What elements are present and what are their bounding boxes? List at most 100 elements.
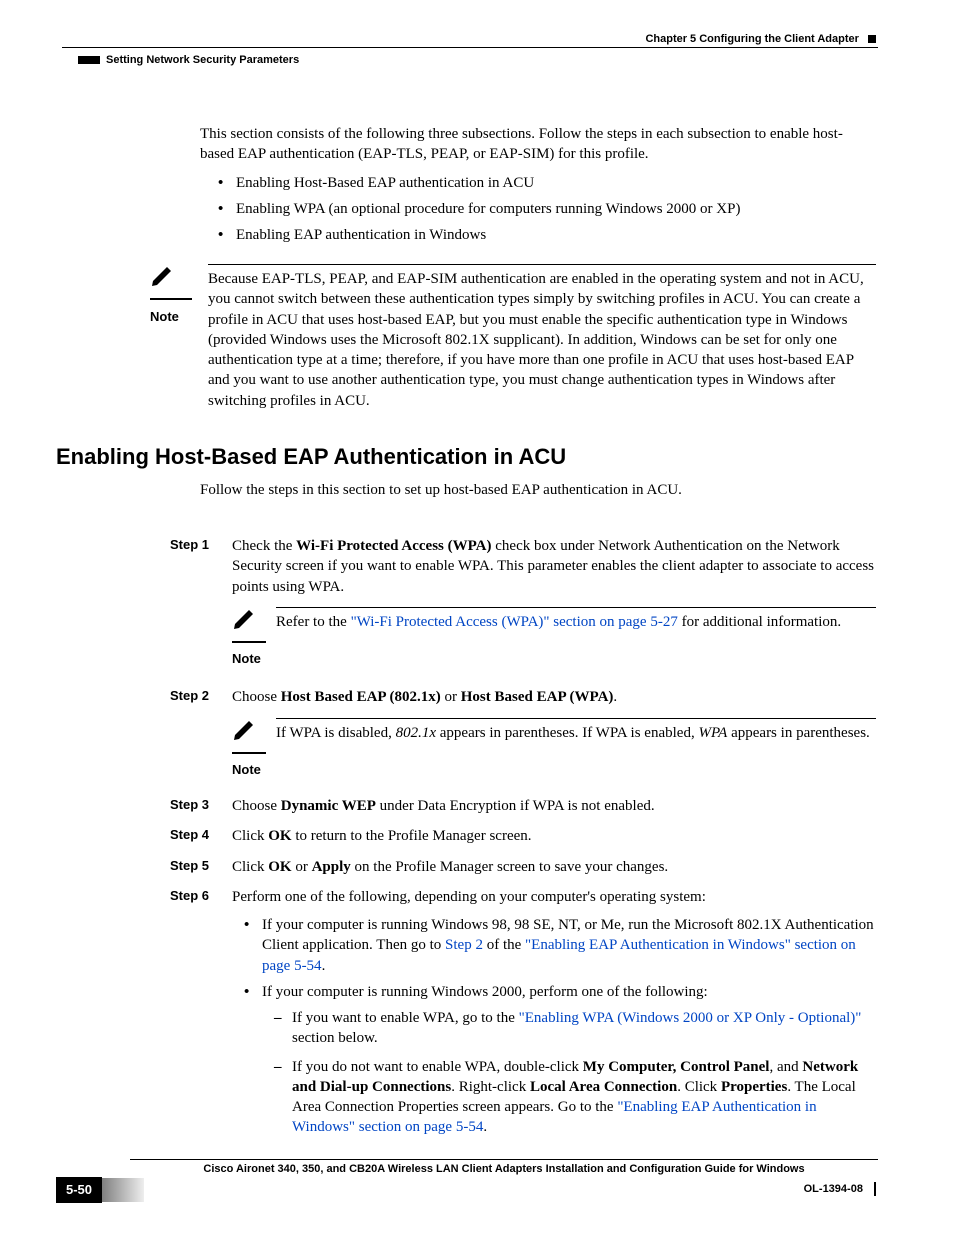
pencil-icon — [150, 264, 176, 286]
xref-link[interactable]: "Wi-Fi Protected Access (WPA)" section o… — [351, 614, 678, 630]
header-startcap-icon — [78, 56, 100, 64]
text: Perform one of the following, depending … — [232, 889, 706, 905]
note-block: Note Because EAP-TLS, PEAP, and EAP-SIM … — [150, 250, 876, 411]
text: If you do not want to enable WPA, double… — [292, 1059, 583, 1075]
bold-text: My Computer, Control Panel — [583, 1059, 770, 1075]
step-2-note: Note If WPA is disabled, 802.1x appears … — [232, 718, 876, 781]
bold-text: OK — [268, 828, 291, 844]
step-body: Click OK or Apply on the Profile Manager… — [232, 857, 876, 877]
step-label: Step 3 — [170, 796, 232, 814]
step-label: Step 5 — [170, 857, 232, 875]
bold-text: Host Based EAP (WPA) — [461, 689, 614, 705]
step-6-dash-1: If you want to enable WPA, go to the "En… — [292, 1008, 876, 1049]
text: If your computer is running Windows 2000… — [262, 984, 708, 1000]
step-5: Step 5 Click OK or Apply on the Profile … — [200, 857, 876, 877]
section-intro: Follow the steps in this section to set … — [200, 480, 876, 506]
footer-page-box: 5-50 — [56, 1177, 144, 1203]
section-heading: Enabling Host-Based EAP Authentication i… — [56, 442, 566, 472]
text: . — [613, 689, 617, 705]
note-label: Note — [150, 308, 179, 326]
text: If you want to enable WPA, go to the — [292, 1010, 519, 1026]
step-body: Choose Host Based EAP (802.1x) or Host B… — [232, 687, 876, 780]
text: Refer to the — [276, 614, 351, 630]
intro-bullets: Enabling Host-Based EAP authentication i… — [200, 173, 876, 246]
text: or — [292, 859, 312, 875]
text: . — [322, 958, 326, 974]
text: appears in parentheses. If WPA is enable… — [436, 725, 698, 741]
step-6: Step 6 Perform one of the following, dep… — [200, 887, 876, 1148]
step-body: Choose Dynamic WEP under Data Encryption… — [232, 796, 876, 816]
text: under Data Encryption if WPA is not enab… — [376, 798, 655, 814]
text: , and — [769, 1059, 802, 1075]
text: on the Profile Manager screen to save yo… — [351, 859, 668, 875]
xref-link[interactable]: Step 2 — [445, 937, 483, 953]
footer-page-number: 5-50 — [56, 1177, 102, 1203]
step-6-dash-list: If you want to enable WPA, go to the "En… — [262, 1008, 876, 1138]
header-chapter-text: Chapter 5 Configuring the Client Adapter — [645, 33, 859, 45]
pencil-icon — [232, 607, 258, 629]
note-icon-col: Note — [232, 607, 266, 670]
intro-bullet: Enabling Host-Based EAP authentication i… — [236, 173, 876, 193]
footer-rule — [130, 1159, 878, 1160]
bold-text: Wi-Fi Protected Access (WPA) — [296, 538, 491, 554]
bold-text: Apply — [312, 859, 351, 875]
step-6-dash-2: If you do not want to enable WPA, double… — [292, 1057, 876, 1138]
note-body: Because EAP-TLS, PEAP, and EAP-SIM authe… — [208, 264, 876, 411]
section-intro-text: Follow the steps in this section to set … — [200, 480, 876, 500]
italic-text: 802.1x — [396, 725, 436, 741]
header-endcap-icon — [868, 35, 876, 43]
intro-paragraph: This section consists of the following t… — [200, 124, 876, 165]
step-4: Step 4 Click OK to return to the Profile… — [200, 826, 876, 846]
intro-bullet: Enabling WPA (an optional procedure for … — [236, 199, 876, 219]
step-label: Step 6 — [170, 887, 232, 905]
content-column: This section consists of the following t… — [200, 124, 876, 255]
step-6-bullet-2: If your computer is running Windows 2000… — [262, 982, 876, 1138]
step-label: Step 1 — [170, 536, 232, 554]
step-6-bullets: If your computer is running Windows 98, … — [232, 915, 876, 1138]
note-label-col: Note — [150, 264, 194, 328]
step-body: Perform one of the following, depending … — [232, 887, 876, 1148]
header-section: Setting Network Security Parameters — [78, 53, 299, 68]
steps: Step 1 Check the Wi-Fi Protected Access … — [200, 526, 876, 1148]
step-1: Step 1 Check the Wi-Fi Protected Access … — [200, 536, 876, 669]
italic-text: WPA — [698, 725, 727, 741]
page: Chapter 5 Configuring the Client Adapter… — [0, 0, 954, 1235]
pencil-icon — [232, 718, 258, 740]
step-label: Step 4 — [170, 826, 232, 844]
step-3: Step 3 Choose Dynamic WEP under Data Enc… — [200, 796, 876, 816]
footer-title: Cisco Aironet 340, 350, and CB20A Wirele… — [130, 1162, 878, 1177]
header-rule — [62, 47, 878, 48]
step-2: Step 2 Choose Host Based EAP (802.1x) or… — [200, 687, 876, 780]
text: Choose — [232, 798, 281, 814]
header-chapter: Chapter 5 Configuring the Client Adapter — [645, 32, 876, 47]
note-icon-col: Note — [232, 718, 266, 781]
text: of the — [483, 937, 525, 953]
text: section below. — [292, 1030, 378, 1046]
step-6-bullet-1: If your computer is running Windows 98, … — [262, 915, 876, 976]
bold-text: Host Based EAP (802.1x) — [281, 689, 441, 705]
xref-link[interactable]: "Enabling WPA (Windows 2000 or XP Only -… — [519, 1010, 862, 1026]
bold-text: Local Area Connection — [530, 1079, 677, 1095]
text: . Right-click — [451, 1079, 530, 1095]
footer-docid-text: OL-1394-08 — [804, 1183, 863, 1195]
intro-bullet: Enabling EAP authentication in Windows — [236, 225, 876, 245]
bold-text: Dynamic WEP — [281, 798, 376, 814]
text: Click — [232, 828, 268, 844]
text: appears in parentheses. — [727, 725, 869, 741]
footer-tick-icon — [874, 1182, 876, 1196]
text: If WPA is disabled, — [276, 725, 396, 741]
footer-fade-icon — [102, 1178, 144, 1202]
text: Click — [232, 859, 268, 875]
step-body: Check the Wi-Fi Protected Access (WPA) c… — [232, 536, 876, 669]
text: . Click — [677, 1079, 721, 1095]
text: to return to the Profile Manager screen. — [292, 828, 532, 844]
step-1-note: Note Refer to the "Wi-Fi Protected Acces… — [232, 607, 876, 670]
text: Choose — [232, 689, 281, 705]
note-body: If WPA is disabled, 802.1x appears in pa… — [276, 718, 876, 743]
note-body: Refer to the "Wi-Fi Protected Access (WP… — [276, 607, 876, 632]
text: . — [483, 1119, 487, 1135]
step-label: Step 2 — [170, 687, 232, 705]
text: or — [441, 689, 461, 705]
header-section-text: Setting Network Security Parameters — [106, 53, 299, 68]
text: for additional information. — [678, 614, 841, 630]
